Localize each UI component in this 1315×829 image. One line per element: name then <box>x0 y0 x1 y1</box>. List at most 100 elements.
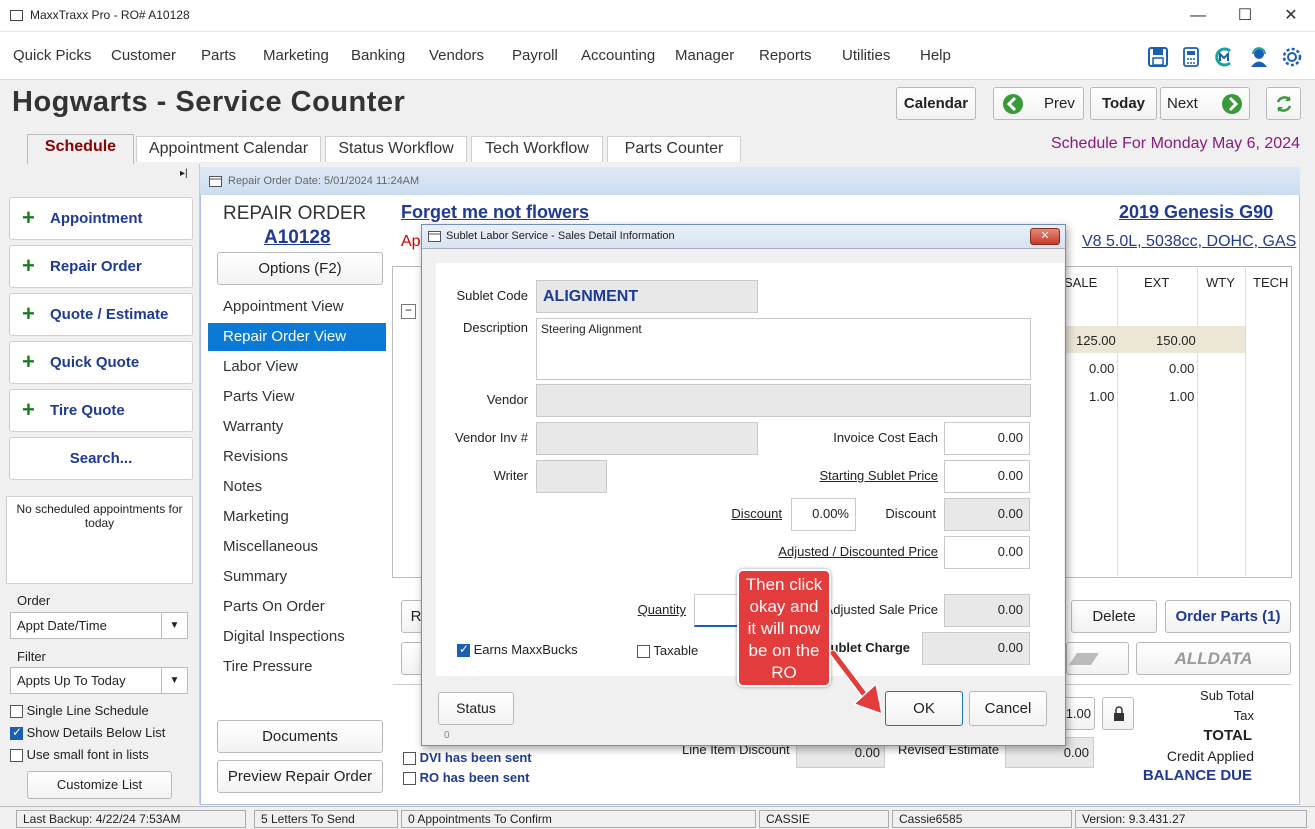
plus-icon: + <box>22 301 35 326</box>
calculator-icon[interactable] <box>1182 47 1200 67</box>
description-textarea[interactable]: Steering Alignment <box>536 318 1031 380</box>
order-select[interactable]: Appt Date/Time ▼ <box>10 612 188 639</box>
maxx-logo-icon[interactable] <box>1213 46 1235 68</box>
nav-warranty[interactable]: Warranty <box>208 413 386 441</box>
menu-utilities[interactable]: Utilities <box>842 47 890 64</box>
vendor-field[interactable] <box>536 384 1031 417</box>
support-person-icon[interactable] <box>1248 46 1270 68</box>
grid-header-tech: TECH <box>1253 275 1289 290</box>
tab-parts-counter[interactable]: Parts Counter <box>607 136 741 162</box>
checkbox-unchecked[interactable] <box>403 772 416 786</box>
nav-tire-pressure[interactable]: Tire Pressure <box>208 653 386 681</box>
vendor-inv-field[interactable] <box>536 422 758 455</box>
order-parts-button[interactable]: Order Parts (1) <box>1165 600 1291 633</box>
discount-percent-label: Discount <box>731 506 782 521</box>
minimize-button[interactable]: — <box>1175 4 1221 28</box>
customize-list-button[interactable]: Customize List <box>27 771 172 799</box>
collapse-icon[interactable]: − <box>401 304 416 319</box>
dialog-close-button[interactable]: ✕ <box>1030 228 1060 245</box>
menu-manager[interactable]: Manager <box>675 47 734 64</box>
adjusted-price-input[interactable]: 0.00 <box>944 536 1030 569</box>
tab-status-workflow[interactable]: Status Workflow <box>325 136 467 162</box>
menu-help[interactable]: Help <box>920 47 951 64</box>
prev-button[interactable]: Prev <box>993 87 1084 120</box>
menu-payroll[interactable]: Payroll <box>512 47 558 64</box>
repair-order-number[interactable]: A10128 <box>264 227 331 249</box>
menu-vendors[interactable]: Vendors <box>429 47 484 64</box>
letters-to-send-status[interactable]: 5 Letters To Send <box>254 810 398 828</box>
next-button[interactable]: Next <box>1160 87 1250 120</box>
earns-maxxbucks-checkbox[interactable]: Earns MaxxBucks <box>457 642 578 658</box>
refresh-button[interactable] <box>1266 87 1301 120</box>
nav-parts-on-order[interactable]: Parts On Order <box>208 593 386 621</box>
tab-appointment-calendar[interactable]: Appointment Calendar <box>136 136 321 162</box>
taxable-checkbox[interactable]: Taxable <box>637 643 698 659</box>
integration-logo-button[interactable] <box>1066 642 1129 675</box>
gear-icon[interactable] <box>1281 46 1303 68</box>
new-repair-order-button[interactable]: + Repair Order <box>9 245 193 288</box>
dvi-sent-checkbox[interactable]: DVI has been sent <box>403 750 532 766</box>
writer-field[interactable] <box>536 460 607 493</box>
new-quick-quote-button[interactable]: + Quick Quote <box>9 341 193 384</box>
nav-miscellaneous[interactable]: Miscellaneous <box>208 533 386 561</box>
grid-divider <box>1245 268 1246 578</box>
menu-accounting[interactable]: Accounting <box>581 47 655 64</box>
starting-price-input[interactable]: 0.00 <box>944 460 1030 493</box>
checkbox-unchecked[interactable] <box>10 705 23 719</box>
checkbox-checked[interactable] <box>457 642 470 658</box>
nav-labor-view[interactable]: Labor View <box>208 353 386 381</box>
nav-appointment-view[interactable]: Appointment View <box>208 293 386 321</box>
ro-sent-checkbox[interactable]: RO has been sent <box>403 770 529 786</box>
ok-button[interactable]: OK <box>885 691 963 726</box>
status-button[interactable]: Status <box>438 692 514 725</box>
tab-tech-workflow[interactable]: Tech Workflow <box>471 136 603 162</box>
menu-customer[interactable]: Customer <box>111 47 176 64</box>
alldata-button[interactable]: ALLDATA <box>1136 642 1291 675</box>
cancel-button[interactable]: Cancel <box>969 691 1047 726</box>
menu-reports[interactable]: Reports <box>759 47 812 64</box>
maximize-button[interactable]: ☐ <box>1222 4 1268 28</box>
menu-banking[interactable]: Banking <box>351 47 405 64</box>
sublet-code-field[interactable]: ALIGNMENT <box>536 280 758 313</box>
calendar-button[interactable]: Calendar <box>896 87 976 120</box>
single-line-checkbox[interactable]: Single Line Schedule <box>10 703 149 719</box>
engine-link[interactable]: V8 5.0L, 5038cc, DOHC, GAS <box>1082 233 1296 251</box>
options-button[interactable]: Options (F2) <box>217 252 383 285</box>
invoice-cost-input[interactable]: 0.00 <box>944 422 1030 455</box>
new-appointment-button[interactable]: + Appointment <box>9 197 193 240</box>
documents-button[interactable]: Documents <box>217 720 383 753</box>
menu-marketing[interactable]: Marketing <box>263 47 329 64</box>
nav-revisions[interactable]: Revisions <box>208 443 386 471</box>
checkbox-unchecked[interactable] <box>10 749 23 763</box>
checkbox-label: Use small font in lists <box>26 747 149 762</box>
nav-marketing[interactable]: Marketing <box>208 503 386 531</box>
checkbox-unchecked[interactable] <box>637 645 650 659</box>
nav-digital-inspections[interactable]: Digital Inspections <box>208 623 386 651</box>
search-button[interactable]: Search... <box>9 437 193 480</box>
show-details-checkbox[interactable]: Show Details Below List <box>10 725 165 741</box>
lock-button[interactable] <box>1102 697 1134 730</box>
checkbox-unchecked[interactable] <box>403 752 416 766</box>
today-button[interactable]: Today <box>1090 87 1157 120</box>
vehicle-link[interactable]: 2019 Genesis G90 <box>1119 202 1273 223</box>
nav-summary[interactable]: Summary <box>208 563 386 591</box>
save-icon[interactable] <box>1148 47 1168 67</box>
new-quote-estimate-button[interactable]: + Quote / Estimate <box>9 293 193 336</box>
small-font-checkbox[interactable]: Use small font in lists <box>10 747 149 763</box>
customer-name-link[interactable]: Forget me not flowers <box>401 202 589 223</box>
collapse-panel-icon[interactable]: ▸| <box>180 168 188 179</box>
menu-quick-picks[interactable]: Quick Picks <box>13 47 91 64</box>
checkbox-checked[interactable] <box>10 725 23 741</box>
menu-parts[interactable]: Parts <box>201 47 236 64</box>
appointments-to-confirm-status[interactable]: 0 Appointments To Confirm <box>401 810 756 828</box>
discount-percent-input[interactable]: 0.00% <box>791 498 856 531</box>
tab-schedule[interactable]: Schedule <box>27 134 134 164</box>
new-tire-quote-button[interactable]: + Tire Quote <box>9 389 193 432</box>
nav-parts-view[interactable]: Parts View <box>208 383 386 411</box>
delete-button[interactable]: Delete <box>1071 600 1157 633</box>
close-button[interactable]: ✕ <box>1268 4 1314 28</box>
nav-notes[interactable]: Notes <box>208 473 386 501</box>
preview-repair-order-button[interactable]: Preview Repair Order <box>217 760 383 793</box>
filter-select[interactable]: Appts Up To Today ▼ <box>10 667 188 694</box>
nav-repair-order-view[interactable]: Repair Order View <box>208 323 386 351</box>
